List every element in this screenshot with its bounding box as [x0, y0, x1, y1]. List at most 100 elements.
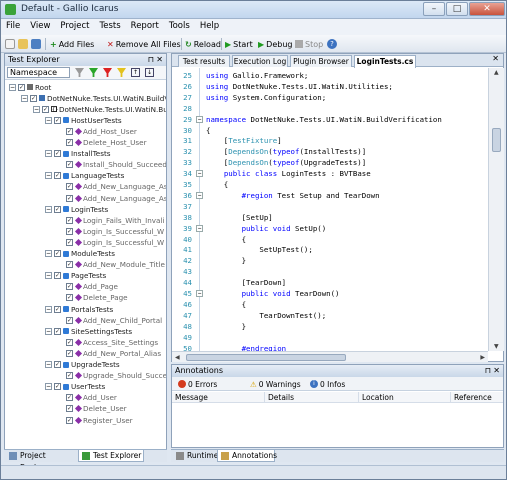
tree-item-test[interactable]: ✓ Delete_Page — [57, 293, 128, 303]
tree-checkbox[interactable]: ✓ — [66, 338, 73, 346]
tree-item-test[interactable]: ✓ Add_Page — [57, 282, 118, 292]
tree-item-fix[interactable]: − ✓ HostUserTests — [45, 115, 122, 125]
code-editor[interactable]: 25 26 27 28 29 30 31 32 33 34 35 36 37 38 39 40 41 42 43 44… — [172, 68, 488, 351]
tree-checkbox[interactable]: ✓ — [66, 216, 73, 224]
warnings-filter-button[interactable]: ⚠ 0 Warnings — [250, 379, 301, 389]
close-panel-icon[interactable]: ✕ — [493, 365, 500, 377]
errors-filter-button[interactable]: 0 Errors — [178, 379, 217, 389]
sort-ascending-icon[interactable]: ↑ — [131, 68, 140, 77]
tree-item-test[interactable]: ✓ Delete_Host_User — [57, 138, 147, 148]
tree-item-ns[interactable]: − ✓{} DotNetNuke.Tests.UI.WatiN.Buil — [33, 104, 166, 114]
tree-item-test[interactable]: ✓ Add_Host_User — [57, 126, 137, 136]
tree-checkbox[interactable]: ✓ — [66, 261, 73, 269]
pin-icon[interactable]: ⊓ — [148, 54, 154, 66]
infos-filter-button[interactable]: i0 Infos — [310, 379, 345, 389]
tree-item-fix[interactable]: − ✓ ModuleTests — [45, 249, 115, 259]
collapse-toggle-icon[interactable]: − — [45, 150, 52, 158]
collapse-toggle-icon[interactable]: − — [45, 250, 52, 257]
scroll-up-icon[interactable]: ▲ — [494, 69, 499, 76]
tree-checkbox[interactable]: ✓ — [66, 194, 73, 202]
tree-item-fix[interactable]: − ✓ UpgradeTests — [45, 360, 120, 370]
tab-execution-log[interactable]: Execution Log — [232, 55, 288, 67]
collapse-toggle-icon[interactable]: − — [45, 383, 52, 391]
menu-report[interactable]: Report — [126, 19, 164, 33]
tree-item-test[interactable]: ✓ Add_New_Language_As — [57, 193, 166, 203]
sort-descending-icon[interactable]: ↓ — [145, 68, 154, 77]
tree-item-test[interactable]: ✓ Login_Is_Successful_W — [57, 226, 164, 236]
column-location[interactable]: Location — [358, 392, 448, 403]
menu-file[interactable]: File — [1, 19, 25, 33]
tree-checkbox[interactable]: ✓ — [66, 349, 73, 357]
tree-item-test[interactable]: ✓ Add_New_Module_Title — [57, 260, 165, 270]
open-project-button[interactable] — [18, 38, 28, 50]
vertical-scrollbar[interactable]: ▲ ▼ — [488, 68, 504, 351]
tree-checkbox[interactable]: ✓ — [54, 250, 61, 257]
menu-tools[interactable]: Tools — [164, 19, 195, 33]
tree-checkbox[interactable]: ✓ — [54, 205, 61, 213]
tree-item-test[interactable]: ✓ Login_Is_Successful_W — [57, 237, 164, 247]
column-details[interactable]: Details — [264, 392, 354, 403]
tab-project-explorer[interactable]: Project Explorer — [6, 450, 78, 472]
tree-checkbox[interactable]: ✓ — [54, 150, 61, 158]
reload-button[interactable]: ↻ Reload — [185, 38, 221, 50]
collapse-toggle-icon[interactable]: − — [45, 172, 52, 180]
filter-passed-icon[interactable] — [89, 68, 98, 77]
tree-checkbox[interactable]: ✓ — [66, 161, 73, 169]
filter-icon[interactable] — [75, 68, 84, 77]
tree-item-test[interactable]: ✓ Add_New_Language_As — [57, 182, 166, 192]
collapse-toggle-icon[interactable]: − — [9, 83, 16, 91]
tree-item-fix[interactable]: − ✓ SiteSettingsTests — [45, 326, 132, 336]
fold-toggle-icon[interactable]: − — [196, 170, 203, 178]
collapse-toggle-icon[interactable]: − — [21, 94, 28, 102]
collapse-toggle-icon[interactable]: − — [45, 305, 52, 313]
tree-checkbox[interactable]: ✓ — [54, 327, 61, 335]
tree-checkbox[interactable]: ✓ — [54, 272, 61, 280]
debug-button[interactable]: ▶ Debug — [258, 38, 292, 50]
tree-item-test[interactable]: ✓ Add_New_Portal_Alias — [57, 348, 161, 358]
filter-failed-icon[interactable] — [103, 68, 112, 77]
tree-item-fix[interactable]: − ✓ InstallTests — [45, 149, 111, 159]
remove-all-files-button[interactable]: ✕ Remove All Files — [107, 38, 181, 50]
tree-checkbox[interactable]: ✓ — [66, 416, 73, 424]
collapse-toggle-icon[interactable]: − — [33, 105, 40, 113]
tab-test-explorer[interactable]: Test Explorer — [78, 450, 144, 462]
vertical-scroll-thumb[interactable] — [492, 128, 501, 152]
tree-checkbox[interactable]: ✓ — [66, 139, 73, 146]
tree-checkbox[interactable]: ✓ — [66, 394, 73, 402]
tree-checkbox[interactable]: ✓ — [30, 94, 37, 102]
tree-checkbox[interactable]: ✓ — [66, 316, 73, 324]
tab-annotations[interactable]: Annotations — [217, 450, 277, 462]
minimize-button[interactable]: – — [423, 2, 445, 16]
new-project-button[interactable] — [5, 38, 15, 50]
fold-toggle-icon[interactable]: − — [196, 191, 203, 199]
fold-toggle-icon[interactable]: − — [196, 115, 203, 123]
filter-inconclusive-icon[interactable] — [117, 68, 126, 77]
tab-test-results[interactable]: Test results — [178, 55, 230, 67]
tree-item-test[interactable]: ✓ Access_Site_Settings — [57, 337, 158, 347]
tree-checkbox[interactable]: ✓ — [18, 83, 25, 91]
tree-checkbox[interactable]: ✓ — [66, 283, 73, 291]
tree-checkbox[interactable]: ✓ — [54, 383, 61, 391]
tab-logintests-cs[interactable]: LoginTests.cs — [354, 55, 416, 68]
scroll-left-icon[interactable]: ◀ — [175, 354, 180, 361]
close-button[interactable]: ✕ — [469, 2, 505, 16]
tree-item-fix[interactable]: − ✓ UserTests — [45, 382, 105, 392]
collapse-toggle-icon[interactable]: − — [45, 116, 52, 124]
tree-item-asm[interactable]: − ✓ DotNetNuke.Tests.UI.WatiN.BuildV — [21, 93, 166, 103]
tree-checkbox[interactable]: ✓ — [42, 105, 49, 113]
column-message[interactable]: Message — [172, 392, 264, 403]
scroll-down-icon[interactable]: ▼ — [494, 343, 499, 350]
tree-item-test[interactable]: ✓ Add_User — [57, 393, 117, 403]
tree-checkbox[interactable]: ✓ — [54, 361, 61, 368]
horizontal-scroll-thumb[interactable] — [186, 354, 346, 361]
tree-item-test[interactable]: ✓ Add_New_Child_Portal — [57, 315, 162, 325]
tree-item-test[interactable]: ✓ Register_User — [57, 415, 133, 425]
tree-checkbox[interactable]: ✓ — [54, 116, 61, 124]
tree-checkbox[interactable]: ✓ — [66, 183, 73, 191]
tree-item-test[interactable]: ✓ Install_Should_Succeed — [57, 160, 166, 170]
fold-toggle-icon[interactable]: − — [196, 290, 203, 297]
help-button[interactable]: ? — [327, 38, 337, 50]
collapse-toggle-icon[interactable]: − — [45, 327, 52, 335]
tree-checkbox[interactable]: ✓ — [66, 372, 73, 380]
tree-checkbox[interactable]: ✓ — [54, 305, 61, 313]
